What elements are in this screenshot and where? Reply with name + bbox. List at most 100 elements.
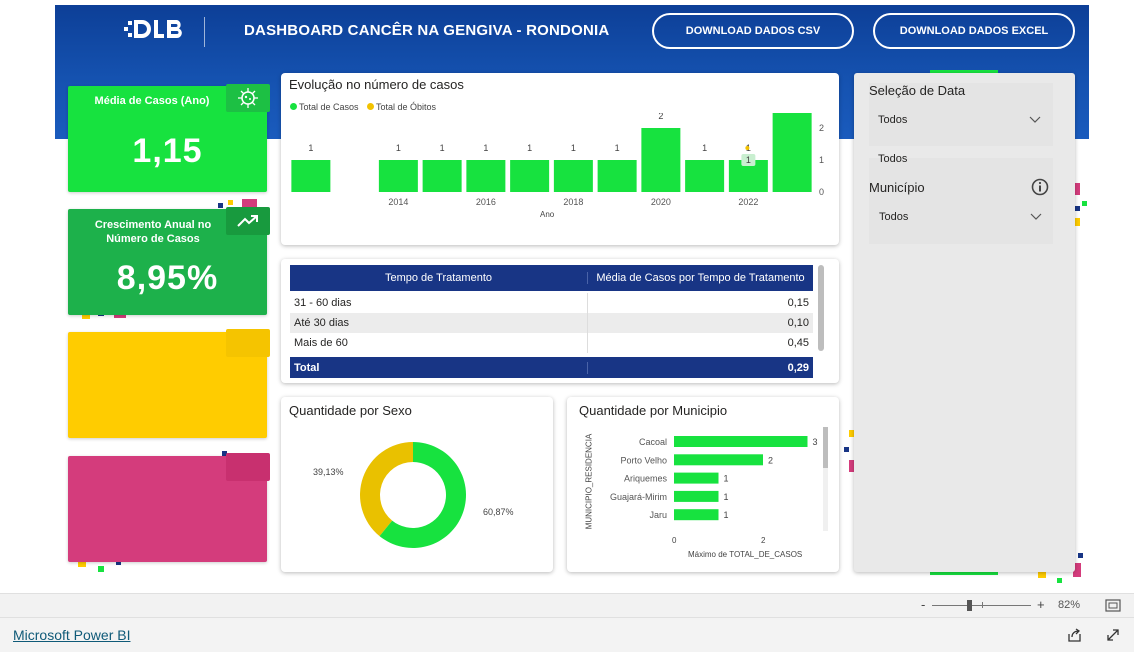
data-label: 3 xyxy=(813,437,818,447)
data-label-casos: 1 xyxy=(527,143,532,153)
date-dropdown-value: Todos xyxy=(878,153,908,165)
x-tick-2: 2 xyxy=(761,536,766,545)
data-label: 2 xyxy=(768,455,773,465)
category-label: Cacoal xyxy=(639,437,667,447)
legend-obitos: Total de Óbitos xyxy=(376,102,437,112)
zoom-slider-thumb[interactable] xyxy=(967,600,972,611)
kpi-card-empty-yellow xyxy=(68,329,270,438)
bar-casos[interactable] xyxy=(466,160,506,192)
deco-square xyxy=(98,566,104,572)
table-row[interactable]: Até 30 dias 0,10 xyxy=(290,313,813,333)
kpi-card-crescimento: Crescimento Anual no Número de Casos 8,9… xyxy=(68,207,270,315)
table-row[interactable]: 31 - 60 dias 0,15 xyxy=(290,293,813,313)
bar-casos[interactable] xyxy=(685,160,725,192)
virus-icon xyxy=(226,84,270,112)
bar-municipio[interactable] xyxy=(674,454,763,466)
category-label: Ariquemes xyxy=(624,474,668,484)
chart-scrollbar[interactable] xyxy=(823,427,828,468)
cell-tempo: 31 - 60 dias xyxy=(290,293,588,313)
category-label: Guajará-Mirim xyxy=(610,492,667,502)
municipio-dropdown-selected[interactable]: Todos xyxy=(879,211,908,223)
info-icon[interactable] xyxy=(1031,178,1049,196)
table-total-row: Total 0,29 xyxy=(290,357,813,378)
slice-label-b: 60,87% xyxy=(483,507,514,517)
chevron-down-icon[interactable] xyxy=(1029,116,1041,124)
bar-casos[interactable] xyxy=(378,160,418,192)
bar-municipio[interactable] xyxy=(674,509,719,521)
point-obitos[interactable] xyxy=(745,146,750,150)
evolucao-bar-chart[interactable]: 111111121113320142016201820202022012 xyxy=(281,113,839,223)
bar-casos[interactable] xyxy=(422,160,462,192)
fit-to-page-icon[interactable] xyxy=(1105,599,1121,612)
municipio-bar-chart[interactable]: Cacoal 3 Porto Velho 2 Ariquemes 1 Guajará-Mir… xyxy=(567,427,825,537)
x-axis-title: Máximo de TOTAL_DE_CASOS xyxy=(688,550,803,559)
y-tick-label: 2 xyxy=(819,123,824,133)
chart-card-sexo[interactable]: Quantidade por Sexo 39,13% 60,87% xyxy=(281,397,553,572)
chart-card-municipio[interactable]: Quantidade por Municipio MUNICIPIO_RESID… xyxy=(567,397,839,572)
chart-card-evolucao[interactable]: Evolução no número de casos Total de Cas… xyxy=(281,73,839,245)
slicer-municipio-card: Município Todos xyxy=(869,178,1053,244)
zoom-out-button[interactable]: - xyxy=(921,597,925,612)
date-dropdown-selected[interactable]: Todos xyxy=(878,114,907,126)
bar-casos[interactable] xyxy=(641,128,681,192)
x-axis-title: Ano xyxy=(540,210,555,219)
cell-media: 0,15 xyxy=(787,297,809,309)
data-label: 1 xyxy=(724,492,729,502)
zoom-bar: - + 82% xyxy=(0,593,1134,617)
bar-casos[interactable] xyxy=(553,160,593,192)
share-icon[interactable] xyxy=(1067,628,1082,642)
kpi-media-label: Média de Casos (Ano) xyxy=(94,95,210,107)
chart-title: Quantidade por Sexo xyxy=(289,403,412,418)
x-tick-label: 2020 xyxy=(651,197,671,207)
bar-casos[interactable] xyxy=(291,160,331,192)
table-scrollbar[interactable] xyxy=(818,265,824,351)
data-label-casos: 2 xyxy=(658,113,663,121)
total-value: 0,29 xyxy=(787,361,809,374)
slicer-municipio-title: Município xyxy=(869,180,925,195)
download-csv-button[interactable]: DOWNLOAD DADOS CSV xyxy=(652,13,854,49)
column-header-media[interactable]: Média de Casos por Tempo de Tratamento xyxy=(588,272,813,284)
table-header-row: Tempo de Tratamento Média de Casos por T… xyxy=(290,265,813,291)
legend-casos: Total de Casos xyxy=(299,102,359,112)
donut-slice[interactable] xyxy=(360,442,413,537)
fullscreen-icon[interactable] xyxy=(1106,628,1120,642)
kpi-crescimento-label: Crescimento Anual no Número de Casos xyxy=(94,219,212,245)
data-label-casos: 1 xyxy=(702,143,707,153)
power-bi-link[interactable]: Microsoft Power BI xyxy=(13,627,130,643)
deco-square xyxy=(1078,553,1083,558)
sexo-donut-chart[interactable] xyxy=(351,433,475,557)
bar-casos[interactable] xyxy=(510,160,550,192)
report-canvas: DASHBOARD CANCÊR NA GENGIVA - RONDONIA D… xyxy=(0,0,1134,652)
header-divider xyxy=(204,17,205,47)
category-label: Jaru xyxy=(649,510,667,520)
table-row[interactable]: Mais de 60 0,45 xyxy=(290,333,813,353)
bar-municipio[interactable] xyxy=(674,490,719,502)
kpi-iconbox xyxy=(226,453,270,481)
deco-square xyxy=(1082,201,1087,206)
y-tick-label: 0 xyxy=(819,187,824,197)
chevron-down-icon[interactable] xyxy=(1030,213,1042,221)
data-label: 1 xyxy=(724,474,729,484)
dlb-logo xyxy=(124,20,182,38)
x-tick-label: 2014 xyxy=(388,197,408,207)
data-label-obitos: 1 xyxy=(746,155,751,165)
kpi-card-media-casos: Média de Casos (Ano) 1,15 xyxy=(68,84,270,192)
deco-square xyxy=(1057,578,1062,583)
kpi-card-empty-pink xyxy=(68,453,270,562)
cell-tempo: Mais de 60 xyxy=(290,333,588,353)
bar-municipio[interactable] xyxy=(674,436,808,447)
column-header-tempo[interactable]: Tempo de Tratamento xyxy=(290,272,588,284)
bar-casos[interactable] xyxy=(597,160,637,192)
bar-municipio[interactable] xyxy=(674,472,719,484)
data-label-casos: 1 xyxy=(396,143,401,153)
legend-swatch-obitos xyxy=(367,103,374,110)
zoom-in-button[interactable]: + xyxy=(1037,597,1045,612)
footer-bar xyxy=(0,617,1134,652)
total-label: Total xyxy=(290,361,588,374)
download-excel-button[interactable]: DOWNLOAD DADOS EXCEL xyxy=(873,13,1075,49)
x-tick-label: 2016 xyxy=(476,197,496,207)
kpi-crescimento-value: 8,95% xyxy=(116,259,219,297)
y-tick-label: 1 xyxy=(819,155,824,165)
bar-casos[interactable] xyxy=(772,113,812,192)
deco-square xyxy=(218,203,223,208)
